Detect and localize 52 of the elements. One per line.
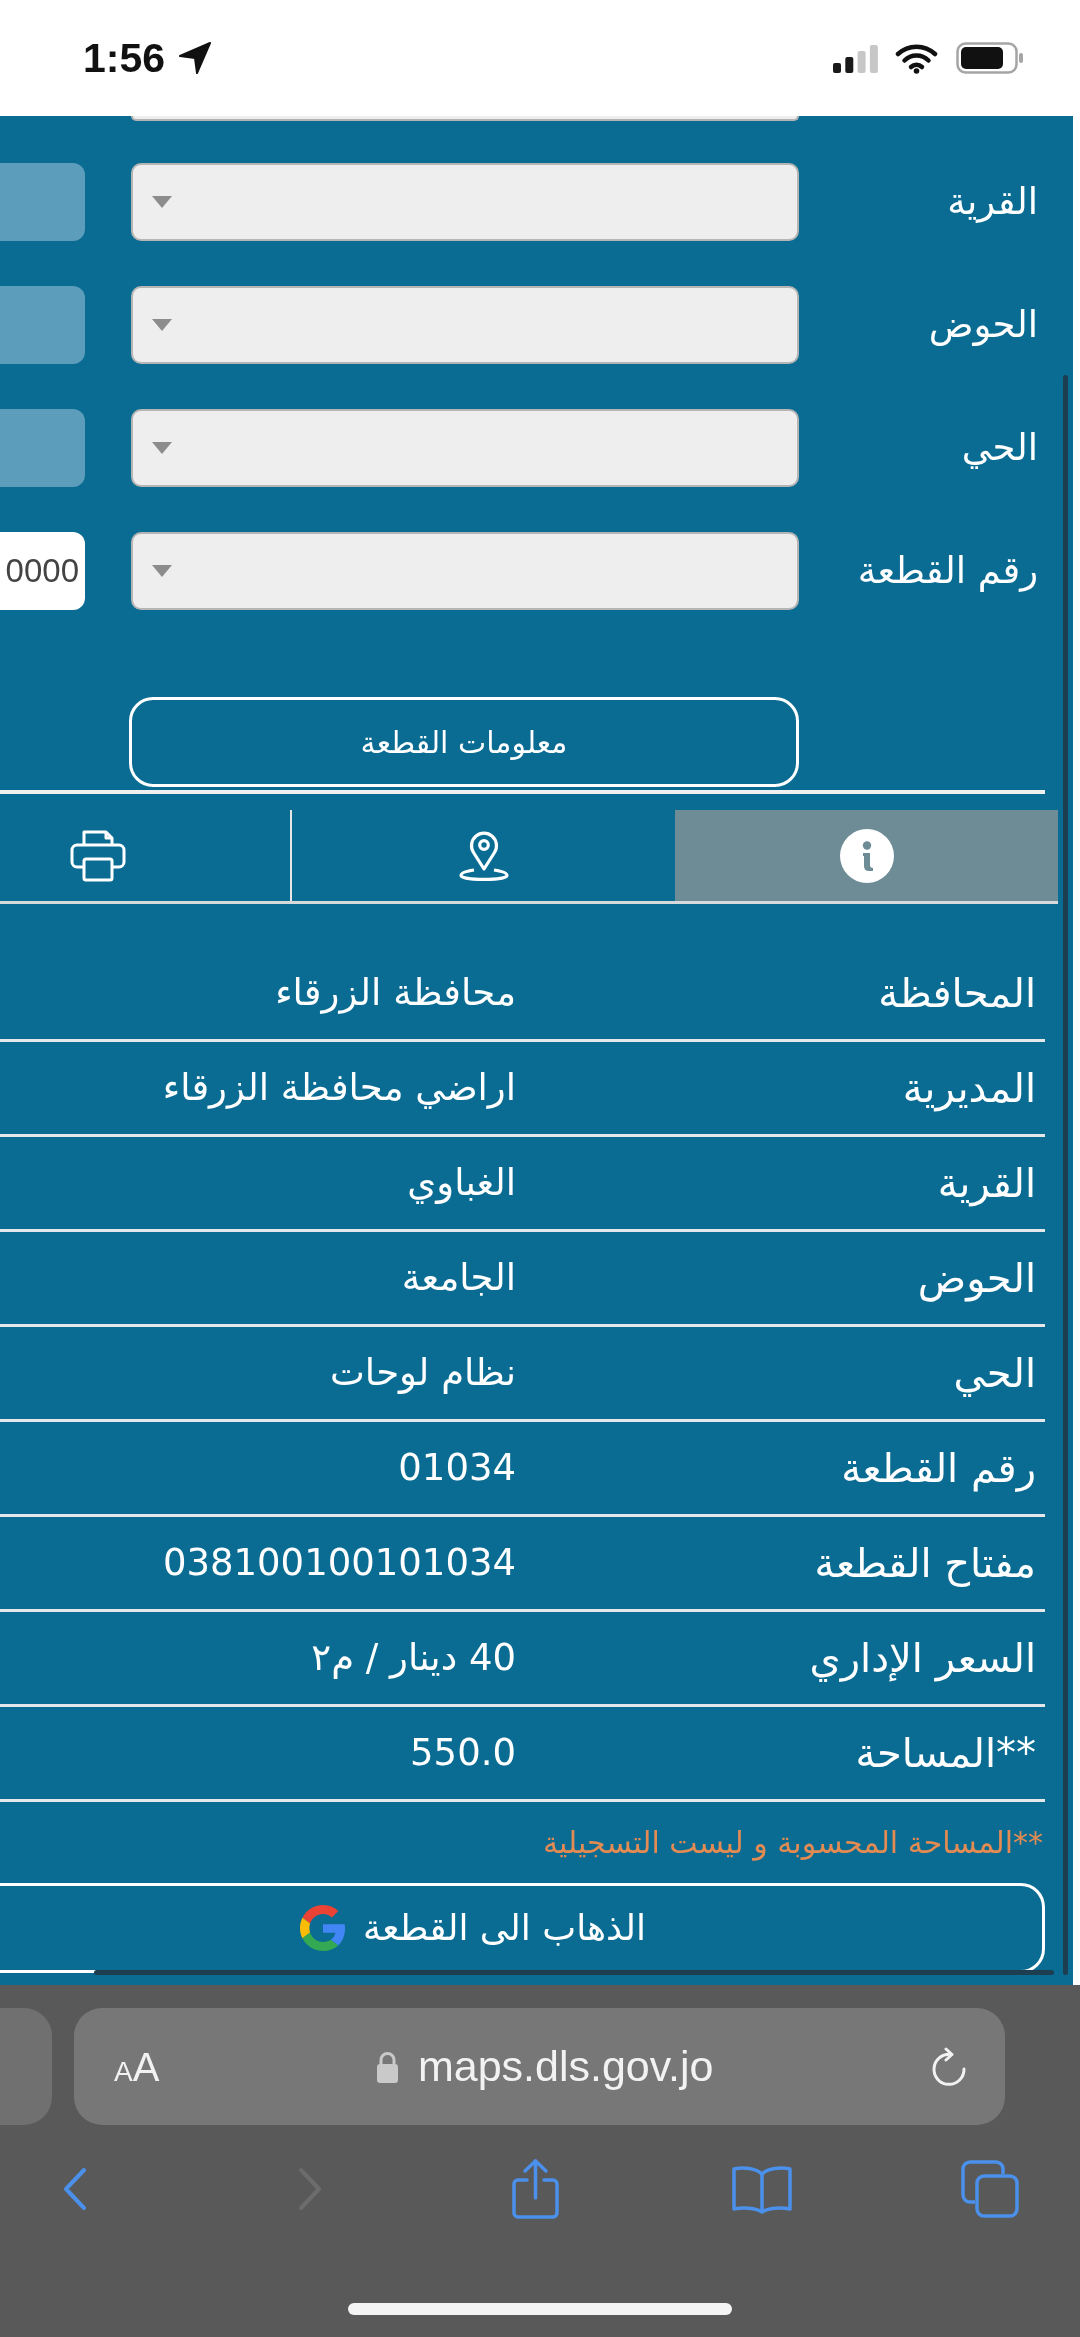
address-bar[interactable]: AA maps.dls.gov.jo bbox=[74, 2008, 1005, 2125]
row-label: الحوض bbox=[916, 1254, 1037, 1304]
plot-info-button[interactable]: معلومات القطعة bbox=[129, 697, 799, 787]
field-label: رقم القطعة bbox=[856, 548, 1039, 594]
g-logo-icon bbox=[300, 1905, 346, 1951]
row-label: السعر الإداري bbox=[808, 1634, 1037, 1684]
row-label: **المساحة bbox=[854, 1729, 1037, 1778]
printer-icon bbox=[70, 829, 126, 882]
row-value: 40 دينار / م٢ bbox=[311, 1635, 516, 1682]
row-value: الجامعة bbox=[401, 1255, 516, 1302]
caret-icon bbox=[152, 565, 172, 577]
caret-icon bbox=[152, 196, 172, 208]
input-field[interactable]: 0000 bbox=[0, 532, 85, 610]
signal-icon bbox=[833, 43, 878, 73]
open-book-icon[interactable] bbox=[731, 2164, 793, 2214]
row-value: محافظة الزرقاء bbox=[275, 970, 516, 1017]
footnote: **المساحة المحسوبة و ليست التسجيلية bbox=[542, 1823, 1043, 1863]
row-label: المديرية bbox=[901, 1064, 1037, 1114]
status-time: 1:56 bbox=[83, 37, 166, 79]
row-label: القرية bbox=[936, 1159, 1037, 1209]
row-value: نظام لوحات bbox=[330, 1350, 516, 1397]
row-label: الحي bbox=[952, 1349, 1037, 1399]
back-icon[interactable] bbox=[62, 2167, 88, 2211]
dropdown-field[interactable] bbox=[131, 409, 799, 487]
wifi-icon bbox=[895, 42, 938, 74]
location-arrow-icon bbox=[178, 41, 213, 75]
row-value: 038100100101034 bbox=[162, 1540, 516, 1587]
tabs-icon[interactable] bbox=[961, 2160, 1019, 2218]
row-label: المحافظة bbox=[877, 969, 1037, 1018]
map-pin-icon bbox=[458, 830, 509, 881]
battery-icon bbox=[956, 42, 1024, 74]
row-label: رقم القطعة bbox=[840, 1444, 1037, 1494]
lock-icon bbox=[375, 2049, 399, 2084]
tab[interactable] bbox=[675, 810, 1058, 901]
row-label: مفتاح القطعة bbox=[813, 1539, 1037, 1589]
dropdown-field[interactable] bbox=[131, 286, 799, 364]
field-label: الحي bbox=[960, 425, 1039, 471]
row-value: 01034 bbox=[398, 1445, 516, 1492]
caret-icon bbox=[152, 319, 172, 331]
dropdown-field[interactable] bbox=[131, 116, 799, 121]
row-value: 550.0 bbox=[410, 1730, 516, 1777]
caret-icon bbox=[152, 442, 172, 454]
info-icon bbox=[839, 828, 894, 883]
field-label: القرية bbox=[946, 179, 1039, 225]
url-text: maps.dls.gov.jo bbox=[417, 2045, 714, 2088]
row-value: اراضي محافظة الزرقاء bbox=[162, 1065, 516, 1112]
field-label: الحوض bbox=[927, 302, 1039, 348]
row-value: الغباوي bbox=[407, 1160, 516, 1207]
dropdown-field[interactable] bbox=[131, 532, 799, 610]
share-icon[interactable] bbox=[510, 2158, 560, 2220]
dropdown-field[interactable] bbox=[131, 163, 799, 241]
text-size-button[interactable]: AA bbox=[114, 2046, 160, 2087]
